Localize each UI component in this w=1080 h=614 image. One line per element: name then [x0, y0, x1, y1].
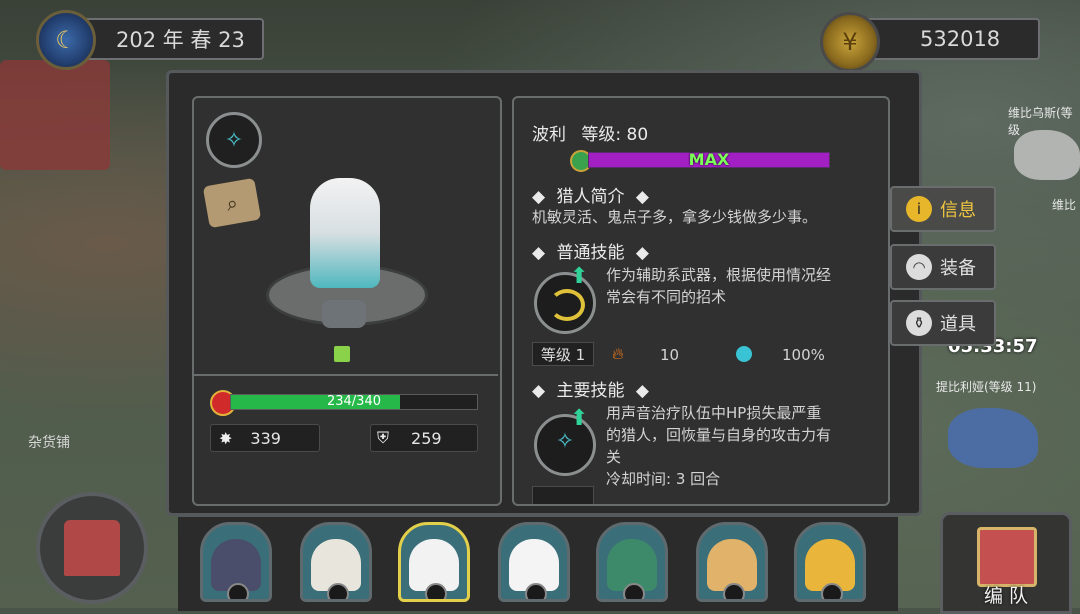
main-skill-level-partial — [532, 486, 594, 504]
normal-skill-desc-line1: 作为辅助系武器，根据使用情况经 — [606, 266, 832, 284]
item-tab-button[interactable]: ⚱ 道具 — [890, 300, 996, 346]
map-creature-lizard — [948, 408, 1038, 468]
main-skill-desc-line2: 的猎人，回恢量与自身的攻击力有 — [606, 426, 832, 444]
shield-icon — [623, 583, 645, 599]
shield-icon — [723, 583, 745, 599]
shield-icon — [227, 583, 249, 599]
normal-skill-stat2: 100% — [782, 346, 825, 364]
map-label-npc2: 维比 — [1052, 198, 1077, 212]
exp-max-text: MAX — [688, 150, 730, 169]
defense-value: 259 — [411, 428, 442, 448]
shield-icon — [525, 583, 547, 599]
roster-portrait-2[interactable] — [300, 522, 372, 602]
map-shop-label: 杂货铺 — [28, 435, 70, 451]
equip-tab-label: 装备 — [940, 258, 976, 279]
hp-bar-track: 234/340 — [230, 394, 478, 410]
character-weapon-sprite — [322, 300, 366, 328]
diamond-icon: ◆ — [635, 187, 649, 207]
normal-skill-level-text: 等级 1 — [540, 345, 586, 364]
roster-portrait-5[interactable] — [596, 522, 668, 602]
info-icon: i — [906, 196, 932, 222]
equip-tab-button[interactable]: ◠ 装备 — [890, 244, 996, 290]
info-tab-button[interactable]: i 信息 — [890, 186, 996, 232]
character-info-panel: 波利 等级: 80 MAX ◆ 猎人简介 ◆ 机敏灵活、鬼点子多，拿多少钱做多少… — [512, 96, 890, 506]
diamond-icon: ◆ — [532, 243, 546, 263]
normal-skill-level: 等级 1 — [532, 342, 594, 366]
attack-stat: ✸ 339 — [210, 424, 320, 452]
defense-icon: ⛨ — [377, 428, 390, 447]
main-skill-cooldown: 冷却时间: 3 回合 — [606, 470, 721, 488]
main-skill-title: 主要技能 — [556, 381, 625, 401]
helmet-icon: ◠ — [906, 254, 932, 280]
potion-icon: ⚱ — [906, 310, 932, 336]
normal-skill-title: 普通技能 — [556, 243, 625, 263]
attack-icon: ✸ — [219, 428, 233, 448]
gold-coin-icon: ¥ — [820, 12, 880, 72]
info-tab-label: 信息 — [940, 200, 976, 221]
house-icon — [64, 520, 120, 576]
roster-portrait-6[interactable] — [696, 522, 768, 602]
diamond-icon: ◆ — [635, 381, 649, 401]
season-moon-icon[interactable]: ☾ — [36, 10, 96, 70]
sound-wave-icon — [549, 289, 585, 321]
date-text: 202 年 春 23 — [116, 28, 245, 52]
main-skill-upgrade-arrow-icon[interactable]: ⬆ — [570, 406, 588, 431]
home-house-button[interactable] — [36, 492, 148, 604]
weapon-type-icon[interactable]: ✧ — [206, 112, 262, 168]
hp-text: 234/340 — [326, 394, 381, 409]
shield-icon — [821, 583, 843, 599]
diamond-icon: ◆ — [532, 187, 546, 207]
map-building — [0, 60, 110, 170]
intro-text: 机敏灵活、鬼点子多，拿多少钱做多少事。 — [532, 208, 818, 226]
diamond-icon: ◆ — [532, 381, 546, 401]
item-tab-label: 道具 — [940, 314, 976, 335]
shield-icon — [425, 583, 447, 599]
sparkle-icon: ✧ — [555, 429, 575, 454]
gold-amount: 532018 — [920, 27, 1001, 51]
main-skill-desc-line1: 用声音治疗队伍中HP损失最严重 — [606, 404, 822, 422]
shield-icon — [327, 583, 349, 599]
stage-divider — [194, 374, 498, 376]
telescope-icon[interactable]: ⌕ — [202, 177, 262, 229]
character-level: 等级: 80 — [581, 125, 649, 145]
element-badge-icon — [334, 346, 350, 362]
character-sprite — [310, 178, 380, 288]
exp-bar: MAX — [588, 150, 830, 169]
normal-skill-stat1: 10 — [660, 346, 680, 364]
map-label-npc3: 提比利娅(等级 11) — [936, 380, 1037, 394]
roster-portrait-1[interactable] — [200, 522, 272, 602]
hit-rate-icon — [736, 346, 752, 362]
normal-skill-desc-line2: 常会有不同的招术 — [606, 288, 727, 306]
normal-skill-upgrade-arrow-icon[interactable]: ⬆ — [570, 264, 588, 289]
main-skill-desc-line3: 关 — [606, 448, 622, 466]
defense-stat: ⛨ 259 — [370, 424, 478, 452]
diamond-icon: ◆ — [635, 243, 649, 263]
attack-value: 339 — [250, 428, 281, 448]
intro-title: 猎人简介 — [556, 187, 625, 207]
team-cards-icon — [977, 527, 1037, 587]
gold-bar: 532018 — [858, 18, 1040, 60]
fire-icon: 🔥︎ — [612, 344, 624, 363]
character-name: 波利 — [532, 125, 566, 145]
team-formation-button[interactable]: 编 队 — [940, 512, 1072, 614]
roster-portrait-3-selected[interactable] — [398, 522, 470, 602]
roster-portrait-7[interactable] — [794, 522, 866, 602]
map-creature-dino — [1014, 130, 1080, 180]
team-button-label: 编 队 — [983, 585, 1029, 607]
roster-portrait-4[interactable] — [498, 522, 570, 602]
